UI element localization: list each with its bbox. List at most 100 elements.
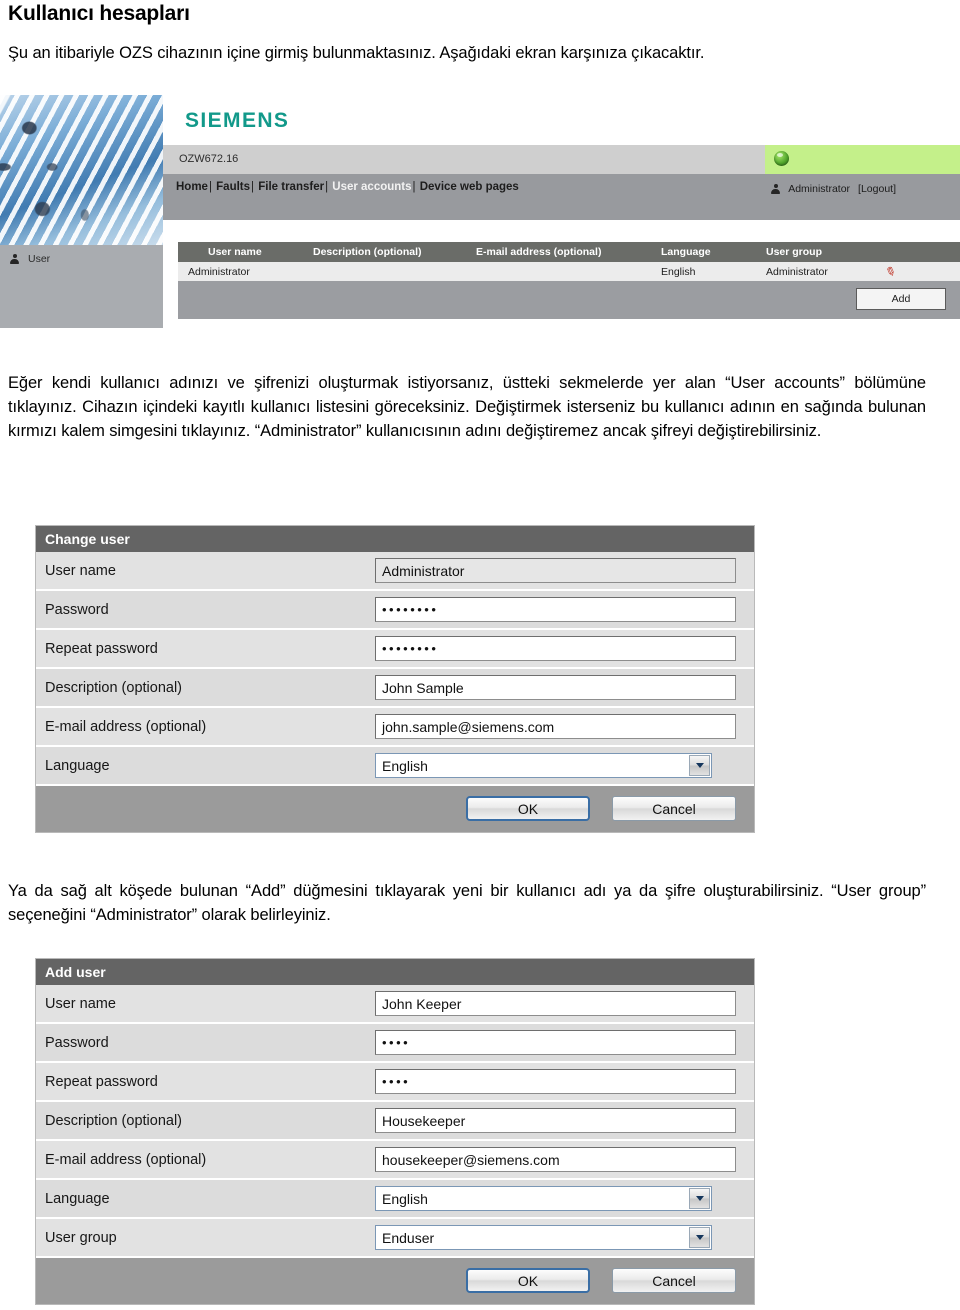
add-user-dialog-title: Add user	[36, 959, 754, 985]
content-gap	[163, 220, 960, 242]
add-user-user-group-select[interactable]: Enduser	[375, 1225, 712, 1250]
label-email: E-mail address (optional)	[45, 718, 207, 735]
label-user-group: User group	[45, 1229, 117, 1246]
label-repeat-password: Repeat password	[45, 640, 158, 657]
nav-separator: |	[251, 181, 255, 193]
add-user-row-email: E-mail address (optional) housekeeper@si…	[36, 1141, 754, 1180]
status-led-panel	[765, 145, 960, 174]
label-user-name: User name	[45, 995, 116, 1012]
nav-item-device-web-pages[interactable]: Device web pages	[420, 181, 519, 193]
red-pen-icon: ✎	[882, 262, 897, 280]
change-user-description-input[interactable]: John Sample	[375, 675, 736, 700]
add-user-row-user-group: User group Enduser	[36, 1219, 754, 1258]
add-user-dialog: Add user User name John Keeper Password …	[35, 958, 755, 1305]
change-user-row-user-name: User name Administrator	[36, 552, 754, 591]
column-header-user-name: User name	[208, 246, 262, 258]
siemens-logo: SIEMENS	[185, 109, 290, 132]
nav-bar: Home| Faults| File transfer| User accoun…	[163, 174, 960, 220]
change-user-language-select[interactable]: English	[375, 753, 712, 778]
session-area: Administrator [Logout]	[771, 183, 896, 195]
add-user-language-value: English	[382, 1190, 428, 1207]
sidebar-item-user[interactable]: User	[10, 253, 50, 265]
nav-item-user-accounts[interactable]: User accounts	[332, 181, 411, 193]
label-description: Description (optional)	[45, 1112, 183, 1129]
change-user-row-email: E-mail address (optional) john.sample@si…	[36, 708, 754, 747]
sidebar-item-label: User	[28, 253, 51, 265]
add-user-cancel-button[interactable]: Cancel	[612, 1268, 736, 1293]
change-user-language-value: English	[382, 757, 428, 774]
web-ui-screenshot: User SIEMENS OZW672.16 Home| Faults| Fil…	[0, 95, 960, 328]
label-password: Password	[45, 1034, 109, 1051]
add-user-user-group-value: Enduser	[382, 1229, 435, 1246]
session-user-name: Administrator	[788, 183, 851, 195]
nav-separator: |	[325, 181, 329, 193]
brand-bar: SIEMENS	[163, 95, 960, 145]
add-user-description-input[interactable]: Housekeeper	[375, 1108, 736, 1133]
sidebar: User	[0, 245, 163, 328]
add-user-dialog-footer: OK Cancel	[36, 1258, 754, 1304]
add-user-password-input[interactable]: ••••	[382, 1036, 410, 1049]
chevron-down-icon[interactable]	[689, 755, 710, 776]
add-user-row-user-name: User name John Keeper	[36, 985, 754, 1024]
column-header-language: Language	[661, 246, 711, 258]
label-password: Password	[45, 601, 109, 618]
green-status-led-icon	[774, 151, 789, 166]
users-table-footer: Add	[178, 281, 960, 319]
page-title: Kullanıcı hesapları	[8, 2, 190, 25]
change-user-password-input[interactable]: ••••••••	[382, 603, 438, 616]
add-user-repeat-password-input[interactable]: ••••	[382, 1075, 410, 1088]
edit-user-button[interactable]: ✎	[882, 262, 944, 280]
add-user-row-description: Description (optional) Housekeeper	[36, 1102, 754, 1141]
change-user-dialog: Change user User name Administrator Pass…	[35, 525, 755, 833]
column-header-description: Description (optional)	[313, 246, 422, 258]
change-user-repeat-password-input[interactable]: ••••••••	[382, 642, 438, 655]
nav-item-home[interactable]: Home	[176, 181, 208, 193]
add-user-ok-button[interactable]: OK	[466, 1268, 590, 1293]
session-user-icon	[771, 184, 781, 194]
device-bar: OZW672.16	[163, 145, 960, 174]
nav-separator: |	[412, 181, 416, 193]
change-user-row-repeat-password: Repeat password ••••••••	[36, 630, 754, 669]
chevron-down-icon[interactable]	[689, 1188, 710, 1209]
cell-user-name: Administrator	[188, 265, 250, 278]
change-user-cancel-button[interactable]: Cancel	[612, 796, 736, 821]
cell-user-group: Administrator	[766, 265, 828, 278]
intro-paragraph: Şu an itibariyle OZS cihazının içine gir…	[8, 44, 705, 62]
add-user-email-input[interactable]: housekeeper@siemens.com	[375, 1147, 736, 1172]
nav-item-file-transfer[interactable]: File transfer	[258, 181, 324, 193]
add-user-row-language: Language English	[36, 1180, 754, 1219]
change-user-row-language: Language English	[36, 747, 754, 786]
column-header-email: E-mail address (optional)	[476, 246, 602, 258]
cell-language: English	[661, 265, 696, 278]
nav-links: Home| Faults| File transfer| User accoun…	[176, 181, 519, 193]
users-table-header: User name Description (optional) E-mail …	[178, 242, 960, 262]
add-user-row-password: Password ••••	[36, 1024, 754, 1063]
building-photo	[0, 95, 163, 245]
change-user-row-description: Description (optional) John Sample	[36, 669, 754, 708]
device-name: OZW672.16	[179, 153, 239, 165]
label-repeat-password: Repeat password	[45, 1073, 158, 1090]
logout-link[interactable]: [Logout]	[858, 183, 896, 195]
change-user-name-input[interactable]: Administrator	[375, 558, 736, 583]
change-user-ok-button[interactable]: OK	[466, 796, 590, 821]
nav-separator: |	[208, 181, 212, 193]
change-user-row-password: Password ••••••••	[36, 591, 754, 630]
users-table: User name Description (optional) E-mail …	[178, 242, 960, 319]
label-email: E-mail address (optional)	[45, 1151, 207, 1168]
table-row[interactable]: Administrator English Administrator ✎	[178, 262, 960, 281]
add-user-name-input[interactable]: John Keeper	[375, 991, 736, 1016]
change-user-email-input[interactable]: john.sample@siemens.com	[375, 714, 736, 739]
add-user-row-repeat-password: Repeat password ••••	[36, 1063, 754, 1102]
add-user-button[interactable]: Add	[856, 288, 946, 310]
add-user-language-select[interactable]: English	[375, 1186, 712, 1211]
label-user-name: User name	[45, 562, 116, 579]
chevron-down-icon[interactable]	[689, 1227, 710, 1248]
change-user-dialog-footer: OK Cancel	[36, 786, 754, 832]
middle-paragraph: Eğer kendi kullanıcı adınızı ve şifreniz…	[8, 374, 926, 440]
change-user-dialog-title: Change user	[36, 526, 754, 552]
add-paragraph: Ya da sağ alt köşede bulunan “Add” düğme…	[8, 882, 926, 924]
label-language: Language	[45, 757, 110, 774]
label-description: Description (optional)	[45, 679, 183, 696]
nav-item-faults[interactable]: Faults	[216, 181, 250, 193]
label-language: Language	[45, 1190, 110, 1207]
